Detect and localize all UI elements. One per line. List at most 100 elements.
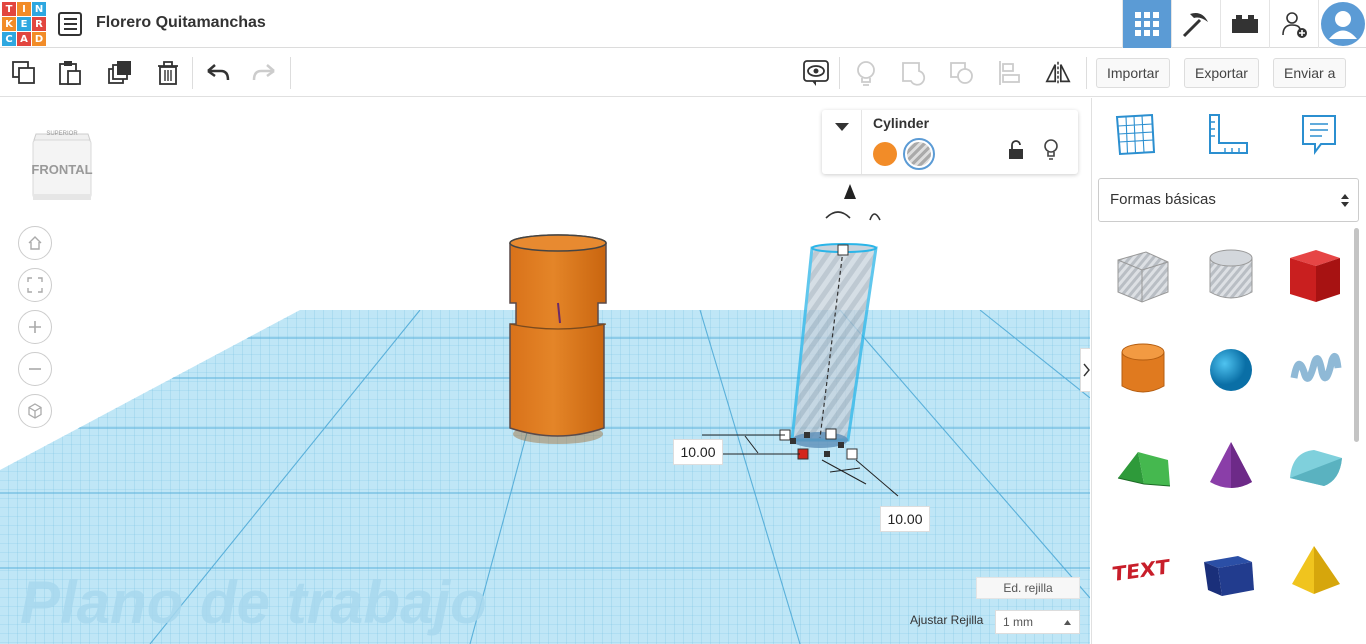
logo-letter: D [32, 32, 46, 46]
home-view-button[interactable] [18, 226, 52, 260]
workplane-icon [1115, 113, 1156, 156]
logo-letter: C [2, 32, 16, 46]
edit-grid-button[interactable]: Ed. rejilla [976, 577, 1080, 599]
shape-scribble[interactable] [1284, 338, 1346, 400]
paste-button[interactable] [56, 59, 84, 87]
align-icon [999, 61, 1020, 85]
notes-tool-button[interactable] [1297, 112, 1341, 161]
copy-button[interactable] [10, 59, 38, 87]
logo-letter: K [2, 17, 16, 31]
lock-button[interactable] [1008, 140, 1024, 165]
brick-icon [1232, 15, 1258, 33]
fit-view-button[interactable] [18, 268, 52, 302]
shape-category-select[interactable]: Formas básicas [1098, 178, 1359, 222]
svg-text:TEXT: TEXT [1112, 555, 1170, 586]
shape-roof[interactable] [1112, 434, 1174, 496]
undo-icon [207, 64, 230, 81]
shape-pyramid[interactable] [1284, 538, 1346, 600]
design-list-icon[interactable] [58, 12, 82, 36]
invite-user-button[interactable] [1269, 0, 1318, 48]
shape-text[interactable]: TEXT [1112, 538, 1174, 600]
lift-arrow-icon [844, 184, 856, 199]
orange-vase-object [509, 234, 607, 444]
logo-letter: N [32, 2, 46, 16]
collapse-sidebar-button[interactable] [1080, 348, 1090, 392]
fit-icon [27, 277, 43, 293]
ungroup-icon [950, 62, 973, 84]
home-icon [28, 236, 42, 250]
shape-wedge[interactable] [1200, 538, 1262, 600]
shape-box-hole[interactable] [1112, 244, 1174, 306]
trash-icon [158, 61, 178, 85]
sidebar-scrollbar[interactable] [1354, 228, 1359, 442]
send-to-button[interactable]: Enviar a [1273, 58, 1347, 88]
collapse-inspector-button[interactable] [822, 110, 862, 174]
project-title[interactable]: Florero Quitamanchas [96, 14, 266, 32]
shape-cylinder[interactable] [1112, 338, 1174, 400]
perspective-button[interactable] [18, 394, 52, 428]
ruler-tool-button[interactable] [1207, 112, 1251, 161]
undo-button[interactable] [204, 59, 232, 87]
export-button[interactable]: Exportar [1184, 58, 1259, 88]
mirror-icon [1045, 61, 1071, 85]
avatar-icon [1320, 2, 1365, 46]
logo-letter: A [17, 32, 31, 46]
logo-letter: R [32, 17, 46, 31]
workplane-tool-button[interactable] [1114, 112, 1158, 161]
note-icon [1302, 115, 1336, 155]
zoom-in-button[interactable] [18, 310, 52, 344]
workplane-label: Plano de trabajo [20, 569, 487, 636]
3d-design-view-button[interactable] [1122, 0, 1171, 48]
lightbulb-icon [1044, 139, 1058, 160]
eye-bubble-icon [803, 60, 829, 86]
3d-viewport[interactable]: Plano de trabajo SUPERIOR FRONTAL Cylind… [0, 98, 1090, 644]
ungroup-button[interactable] [948, 59, 976, 87]
minus-icon [29, 368, 41, 370]
unlock-icon [1009, 140, 1023, 159]
grid-view-icon [1135, 12, 1159, 36]
mirror-button[interactable] [1044, 59, 1072, 87]
shape-cylinder-hole[interactable] [1200, 244, 1262, 306]
delete-button[interactable] [154, 59, 182, 87]
light-toggle-button[interactable] [852, 59, 880, 87]
shape-round-roof[interactable] [1284, 434, 1346, 496]
group-icon [902, 62, 926, 86]
user-avatar[interactable] [1318, 0, 1366, 48]
logo-letter: E [17, 17, 31, 31]
view-cube-face-label: FRONTAL [31, 162, 93, 177]
align-button[interactable] [996, 59, 1024, 87]
add-user-icon [1282, 12, 1307, 38]
group-button[interactable] [900, 59, 928, 87]
show-all-button[interactable] [802, 59, 830, 87]
view-cube[interactable]: SUPERIOR FRONTAL [30, 130, 94, 202]
hole-swatch[interactable] [903, 138, 935, 170]
shape-name: Cylinder [873, 115, 930, 131]
solid-color-swatch[interactable] [873, 142, 897, 166]
snap-grid-select[interactable]: 1 mm [995, 610, 1080, 634]
redo-icon [252, 64, 275, 81]
redo-button[interactable] [250, 59, 278, 87]
height-dimension-input[interactable]: 10.00 [673, 439, 723, 465]
bricks-mode-button[interactable] [1220, 0, 1269, 48]
copy-icon [12, 61, 35, 84]
blocks-mode-button[interactable] [1171, 0, 1220, 48]
shapes-sidebar: Formas básicas TEXT [1091, 98, 1366, 644]
duplicate-button[interactable] [106, 59, 134, 87]
duplicate-icon [108, 61, 131, 84]
zoom-out-button[interactable] [18, 352, 52, 386]
caret-up-icon [1064, 620, 1071, 625]
width-dimension-input[interactable]: 10.00 [880, 506, 930, 532]
import-button[interactable]: Importar [1096, 58, 1171, 88]
snap-grid-value: 1 mm [1003, 615, 1033, 629]
plus-icon [29, 321, 41, 333]
view-cube-top-label: SUPERIOR [46, 131, 78, 137]
chevron-right-icon [1082, 363, 1090, 377]
rotate-arrow-icon [825, 211, 851, 219]
shape-box[interactable] [1284, 244, 1346, 306]
shape-category-value: Formas básicas [1110, 191, 1216, 208]
hide-button[interactable] [1042, 138, 1060, 167]
tinkercad-logo[interactable]: T I N K E R C A D [0, 0, 46, 46]
workplane-scene: Plano de trabajo [0, 184, 1090, 644]
shape-cone[interactable] [1200, 434, 1262, 496]
shape-sphere[interactable] [1200, 338, 1262, 400]
